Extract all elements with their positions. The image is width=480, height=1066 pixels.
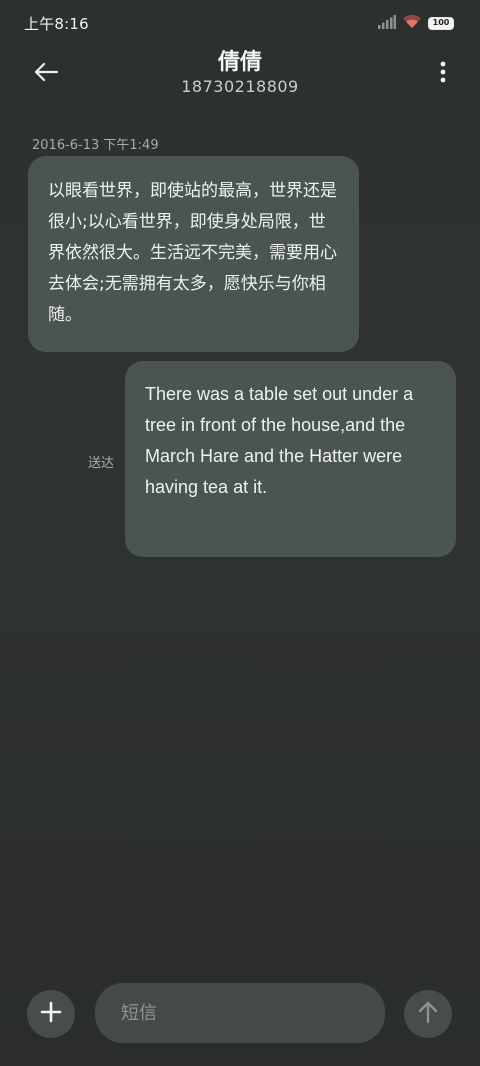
status-bar: 上午8:16 100	[0, 0, 480, 44]
delivery-status: 送达	[88, 456, 115, 471]
battery-icon: 100	[428, 16, 454, 30]
status-icons: 100	[378, 14, 454, 32]
send-button[interactable]	[404, 990, 452, 1038]
message-timestamp: 2016-6-13 下午1:49	[32, 138, 159, 153]
more-options-button[interactable]	[428, 52, 458, 96]
add-attachment-button[interactable]	[27, 990, 75, 1038]
status-time: 上午8:16	[24, 15, 89, 33]
message-input[interactable]	[95, 983, 385, 1043]
incoming-message-text: 以眼看世界，即使站的最高，世界还是很小;以心看世界，即使身处局限，世界依然很大。…	[48, 181, 337, 325]
plus-icon	[40, 1001, 62, 1027]
outgoing-message-bubble[interactable]: There was a table set out under a tree i…	[125, 361, 456, 557]
incoming-message-bubble[interactable]: 以眼看世界，即使站的最高，世界还是很小;以心看世界，即使身处局限，世界依然很大。…	[28, 156, 359, 352]
more-vertical-icon	[440, 61, 446, 87]
message-composer	[0, 980, 480, 1050]
signal-icon	[378, 14, 396, 33]
send-arrow-up-icon	[417, 1000, 439, 1028]
wifi-icon	[402, 14, 422, 33]
contact-number: 18730218809	[181, 77, 299, 96]
contact-name: 倩倩	[217, 50, 262, 75]
conversation-header: 倩倩 18730218809	[0, 44, 480, 104]
outgoing-message-text: There was a table set out under a tree i…	[145, 384, 414, 497]
